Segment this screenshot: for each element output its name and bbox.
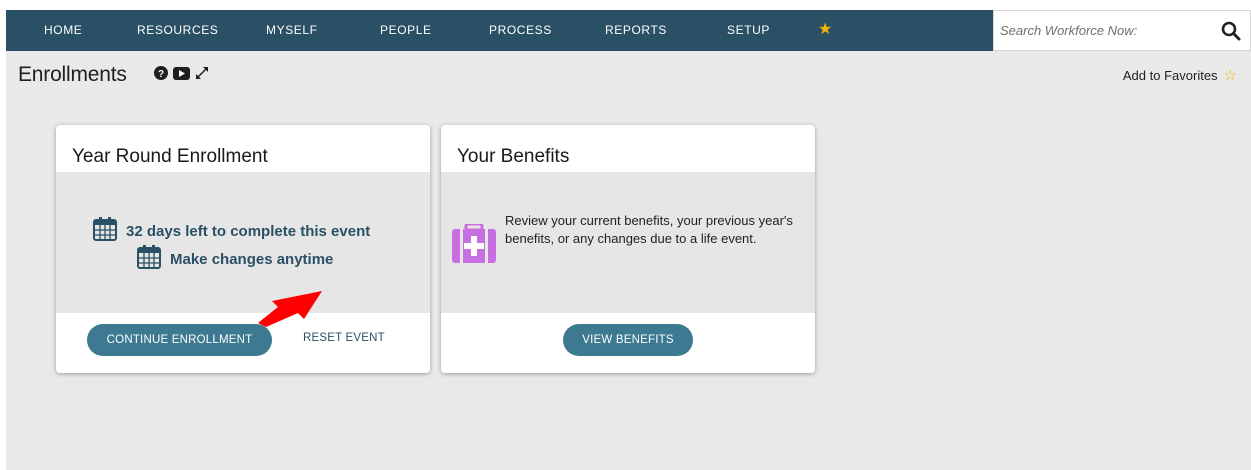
calendar-icon xyxy=(136,244,162,274)
top-nav: HOME RESOURCES MYSELF PEOPLE PROCESS REP… xyxy=(6,10,1251,51)
card-body: Review your current benefits, your previ… xyxy=(441,172,815,313)
card-footer: VIEW BENEFITS xyxy=(441,313,815,373)
view-benefits-button[interactable]: VIEW BENEFITS xyxy=(563,324,693,356)
search-input[interactable] xyxy=(1000,23,1200,38)
enrollment-card: Year Round Enrollment 32 days left to co… xyxy=(56,125,430,373)
reset-event-link[interactable]: RESET EVENT xyxy=(303,332,385,344)
days-left-text: 32 days left to complete this event xyxy=(126,222,371,240)
nav-home[interactable]: HOME xyxy=(44,23,82,37)
add-to-favorites[interactable]: Add to Favorites ☆ xyxy=(1123,66,1237,84)
changes-text: Make changes anytime xyxy=(170,250,334,268)
calendar-icon xyxy=(92,216,118,246)
star-outline-icon: ☆ xyxy=(1223,67,1237,84)
benefits-card: Your Benefits Review your current benefi… xyxy=(441,125,815,373)
nav-myself[interactable]: MYSELF xyxy=(266,23,318,37)
favorites-label: Add to Favorites xyxy=(1122,67,1218,83)
medical-kit-icon xyxy=(451,222,497,269)
days-left-line: 32 days left to complete this event xyxy=(92,216,370,246)
expand-icon[interactable] xyxy=(195,66,209,85)
video-icon[interactable] xyxy=(173,66,190,85)
page-title: Enrollments xyxy=(18,63,127,86)
svg-text:?: ? xyxy=(158,69,164,80)
benefits-description: Review your current benefits, your previ… xyxy=(505,213,793,246)
nav-people[interactable]: PEOPLE xyxy=(380,23,432,37)
app-window: HOME RESOURCES MYSELF PEOPLE PROCESS REP… xyxy=(0,0,1251,470)
nav-reports[interactable]: REPORTS xyxy=(605,23,667,37)
red-arrow-annotation xyxy=(256,289,330,332)
card-title: Year Round Enrollment xyxy=(72,146,268,167)
page-content: Enrollments ? Add to Favorites ☆ Year Ro… xyxy=(6,51,1251,470)
title-icons: ? xyxy=(154,66,209,85)
help-icon[interactable]: ? xyxy=(154,66,168,85)
card-body: 32 days left to complete this event Make… xyxy=(56,172,430,313)
card-title: Your Benefits xyxy=(457,146,570,167)
star-icon[interactable]: ★ xyxy=(818,19,832,39)
changes-line: Make changes anytime xyxy=(136,244,333,274)
search-box xyxy=(993,10,1251,51)
card-footer: CONTINUE ENROLLMENT RESET EVENT xyxy=(56,313,430,373)
nav-setup[interactable]: SETUP xyxy=(727,23,770,37)
nav-resources[interactable]: RESOURCES xyxy=(137,23,218,37)
continue-enrollment-button[interactable]: CONTINUE ENROLLMENT xyxy=(87,324,272,356)
nav-process[interactable]: PROCESS xyxy=(489,23,552,37)
search-icon[interactable] xyxy=(1220,20,1242,42)
